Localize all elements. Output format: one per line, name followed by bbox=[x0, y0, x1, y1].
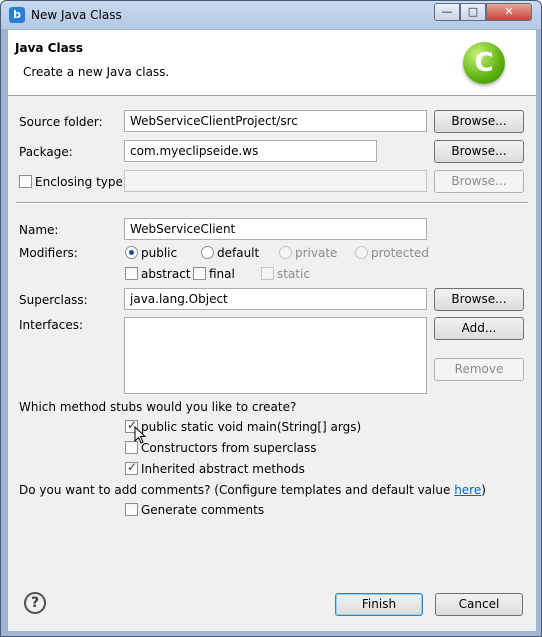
enclosing-type-browse-button[interactable]: Browse... bbox=[434, 170, 524, 193]
close-button[interactable]: ✕ bbox=[486, 3, 532, 21]
modifier-private-radio[interactable] bbox=[279, 246, 292, 259]
finish-button[interactable]: Finish bbox=[335, 593, 423, 616]
superclass-input[interactable]: java.lang.Object bbox=[124, 288, 427, 310]
modifier-protected-label: protected bbox=[371, 246, 430, 260]
modifiers-label: Modifiers: bbox=[19, 246, 78, 260]
page-title: Java Class bbox=[15, 41, 83, 55]
modifier-public-label: public bbox=[141, 246, 178, 260]
name-label: Name: bbox=[19, 223, 59, 237]
page-description: Create a new Java class. bbox=[23, 65, 170, 79]
modifier-default-radio[interactable] bbox=[201, 246, 214, 259]
modifier-final-checkbox[interactable] bbox=[193, 267, 206, 280]
method-stubs-question: Which method stubs would you like to cre… bbox=[19, 400, 297, 414]
modifier-static-label: static bbox=[277, 267, 310, 281]
cancel-button[interactable]: Cancel bbox=[435, 593, 523, 616]
modifier-protected-radio[interactable] bbox=[355, 246, 368, 259]
generate-comments-checkbox[interactable] bbox=[125, 503, 138, 516]
superclass-browse-button[interactable]: Browse... bbox=[434, 288, 524, 311]
source-folder-input[interactable]: WebServiceClientProject/src bbox=[124, 110, 427, 132]
superclass-label: Superclass: bbox=[19, 293, 88, 307]
mouse-cursor-icon bbox=[134, 426, 146, 444]
wizard-header: Java Class Create a new Java class. C bbox=[8, 30, 536, 96]
modifier-abstract-checkbox[interactable] bbox=[125, 267, 138, 280]
interfaces-label: Interfaces: bbox=[19, 318, 84, 332]
main-method-label: public static void main(String[] args) bbox=[141, 420, 362, 434]
java-class-icon: C bbox=[463, 42, 505, 84]
app-icon: b bbox=[9, 7, 25, 23]
enclosing-type-input[interactable] bbox=[124, 170, 427, 192]
modifier-static-checkbox[interactable] bbox=[261, 267, 274, 280]
package-label: Package: bbox=[19, 145, 73, 159]
comments-question: Do you want to add comments? (Configure … bbox=[19, 483, 486, 497]
separator bbox=[16, 202, 528, 204]
remove-interface-button[interactable]: Remove bbox=[434, 358, 524, 381]
class-name-input[interactable]: WebServiceClient bbox=[124, 218, 427, 240]
dialog-window: b New Java Class — □ ✕ Java Class Create… bbox=[0, 0, 542, 637]
modifier-private-label: private bbox=[295, 246, 338, 260]
source-folder-label: Source folder: bbox=[19, 115, 103, 129]
maximize-button[interactable]: □ bbox=[460, 3, 486, 21]
package-browse-button[interactable]: Browse... bbox=[434, 140, 524, 163]
modifier-abstract-label: abstract bbox=[141, 267, 191, 281]
help-icon[interactable]: ? bbox=[24, 592, 46, 614]
enclosing-type-checkbox[interactable] bbox=[19, 175, 32, 188]
modifier-default-label: default bbox=[217, 246, 260, 260]
enclosing-type-label: Enclosing type: bbox=[35, 175, 127, 189]
package-input[interactable]: com.myeclipseide.ws bbox=[124, 140, 377, 162]
configure-templates-link[interactable]: here bbox=[454, 483, 481, 497]
constructors-label: Constructors from superclass bbox=[141, 441, 317, 455]
title-bar[interactable]: b New Java Class — □ ✕ bbox=[1, 1, 541, 29]
dialog-body: Java Class Create a new Java class. C So… bbox=[8, 30, 536, 631]
add-interface-button[interactable]: Add... bbox=[434, 317, 524, 340]
generate-comments-label: Generate comments bbox=[141, 503, 265, 517]
inherited-methods-checkbox[interactable] bbox=[125, 460, 138, 475]
source-folder-browse-button[interactable]: Browse... bbox=[434, 110, 524, 133]
minimize-button[interactable]: — bbox=[434, 3, 460, 21]
modifier-public-radio[interactable] bbox=[125, 246, 138, 259]
inherited-methods-label: Inherited abstract methods bbox=[141, 462, 305, 476]
window-title: New Java Class bbox=[31, 8, 122, 22]
modifier-final-label: final bbox=[209, 267, 235, 281]
interfaces-list[interactable] bbox=[124, 317, 427, 394]
